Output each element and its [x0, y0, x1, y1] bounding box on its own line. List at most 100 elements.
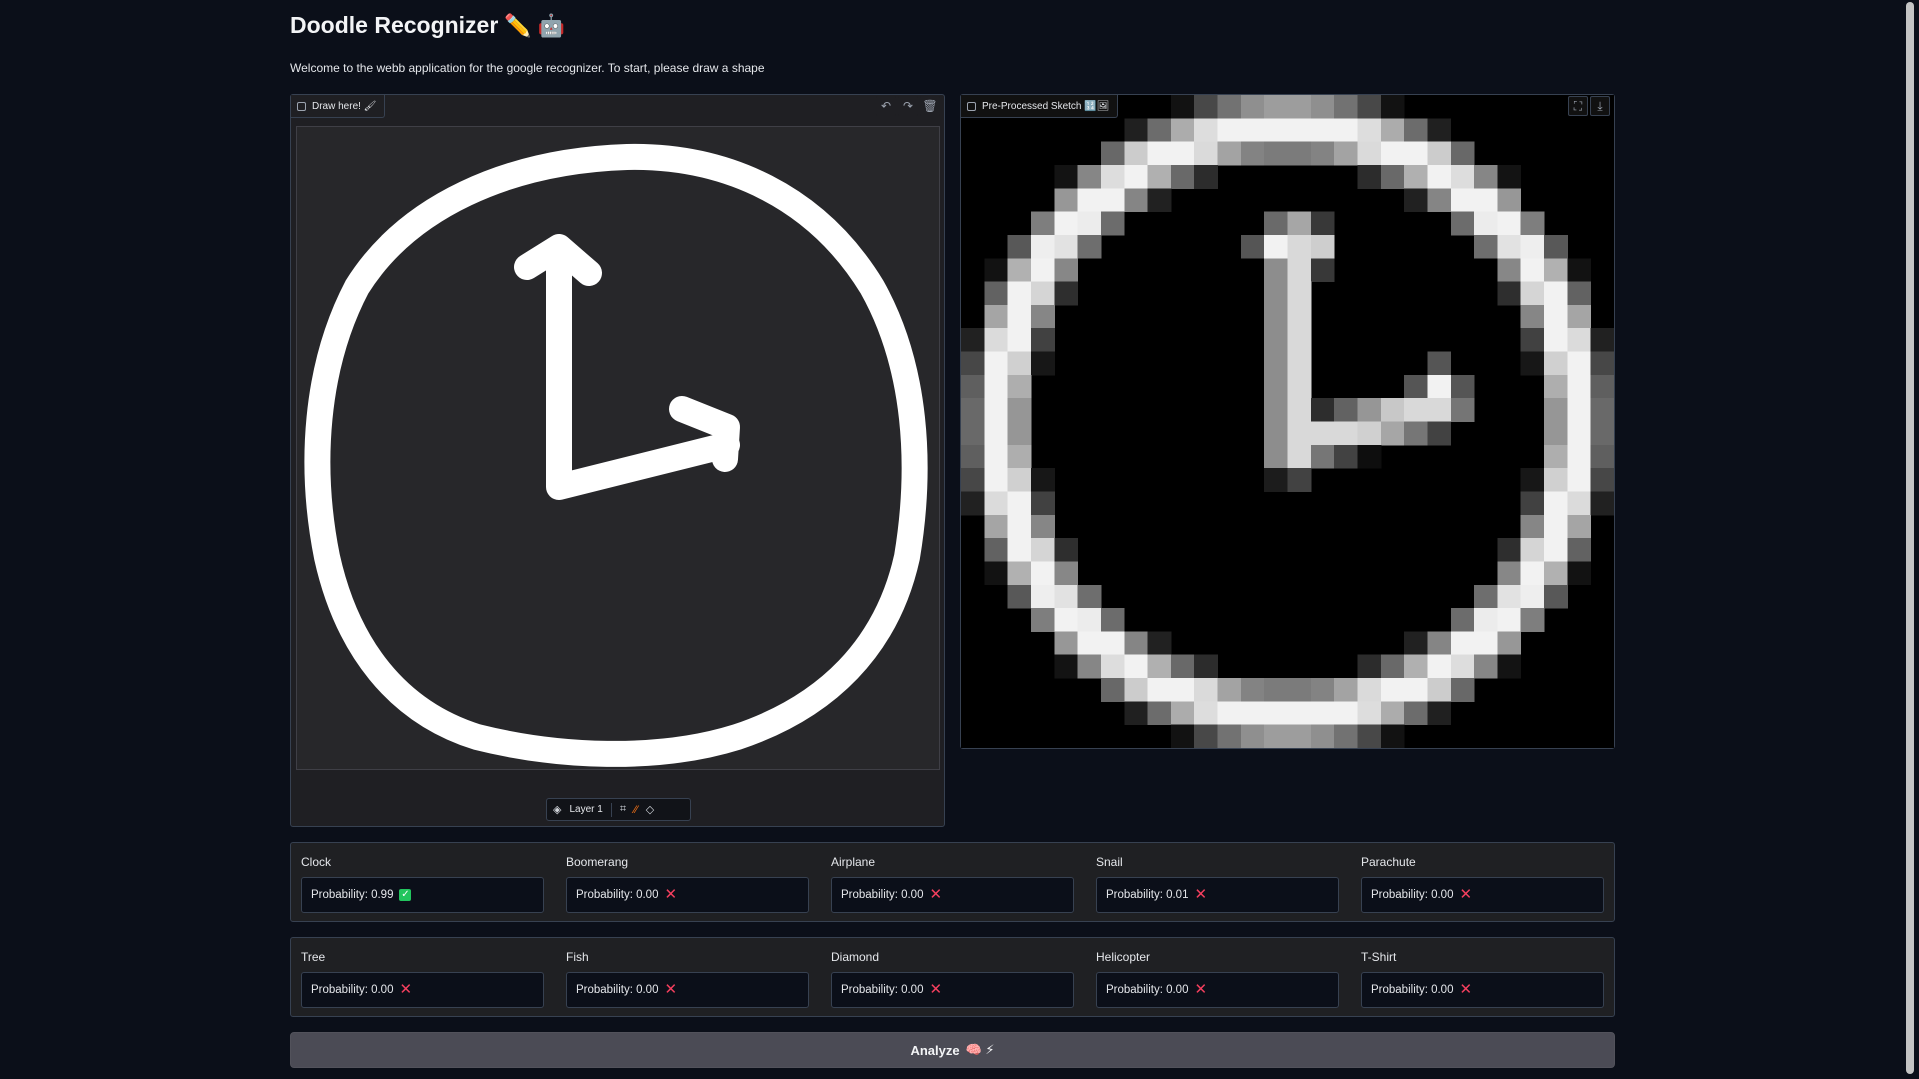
pixel [1357, 421, 1382, 446]
pixel [1007, 351, 1032, 376]
pixel [1544, 304, 1568, 329]
cross-icon: ✕ [1194, 886, 1208, 903]
cross-icon: ✕ [399, 981, 413, 998]
pixel [1544, 258, 1568, 283]
title-emoji: ✏️ 🤖 [504, 13, 566, 38]
pixel [1287, 281, 1312, 306]
pixel [984, 258, 1009, 283]
pixel [1030, 234, 1055, 259]
pixel [1030, 351, 1055, 376]
drawing-canvas[interactable] [296, 126, 940, 770]
probability-text: Probability: 0.00 [1371, 984, 1454, 996]
pixel [984, 421, 1009, 446]
pixel [1497, 608, 1522, 632]
pixel [1077, 584, 1102, 609]
pixel [1334, 118, 1358, 143]
pixel [1217, 678, 1242, 702]
pixel [1124, 678, 1149, 702]
analyze-button[interactable]: Analyze 🧠 ⚡ [290, 1032, 1615, 1068]
pixel [1264, 211, 1288, 236]
pixel [1544, 514, 1568, 539]
page-scrollbar[interactable] [1903, 0, 1919, 1079]
pixel [1567, 491, 1592, 516]
result-helicopter: Helicopter Probability: 0.00 ✕ [1096, 938, 1339, 1016]
pixel [1357, 141, 1382, 166]
pixel [1287, 328, 1312, 353]
pixel [1264, 258, 1288, 283]
eraser-icon[interactable]: ◇ [646, 803, 654, 816]
pixel [1567, 258, 1592, 283]
pixel [1380, 141, 1405, 166]
pixel [1380, 95, 1405, 119]
pixel [1567, 561, 1592, 586]
pixel [1334, 398, 1358, 422]
result-value: Probability: 0.00 ✕ [1361, 972, 1604, 1008]
pixel [1194, 164, 1219, 189]
pixel [1030, 328, 1055, 353]
pixel [1054, 164, 1079, 189]
probability-text: Probability: 0.00 [841, 889, 924, 901]
pixel [1404, 631, 1428, 656]
scrollbar-thumb[interactable] [1906, 2, 1914, 1074]
pixel [1590, 398, 1614, 422]
pixel [961, 444, 985, 469]
pixel [1497, 584, 1522, 609]
pixel [1147, 164, 1172, 189]
pixel [1357, 724, 1382, 748]
pixel [1054, 561, 1079, 586]
pixel [1427, 351, 1452, 376]
pixel [984, 304, 1009, 329]
result-parachute: Parachute Probability: 0.00 ✕ [1361, 843, 1604, 921]
pixel [1100, 654, 1125, 679]
pixel [1427, 164, 1452, 189]
pixel [1124, 631, 1149, 656]
clock-drawing [304, 143, 928, 767]
pixel [1030, 561, 1055, 586]
pixel [1264, 141, 1288, 166]
pixel [961, 421, 985, 446]
undo-icon[interactable]: ↶ [876, 96, 896, 116]
pixel [1427, 701, 1452, 726]
pixel [1544, 421, 1568, 446]
redo-icon[interactable]: ↷ [898, 96, 918, 116]
download-icon[interactable]: ⤓ [1590, 96, 1610, 116]
layers-icon[interactable]: ◈ [553, 803, 561, 816]
page-subtitle: Welcome to the webb application for the … [290, 61, 765, 75]
crop-icon[interactable]: ⌗ [620, 803, 626, 816]
pixel [1404, 188, 1428, 213]
pixel [1380, 724, 1405, 748]
trash-icon[interactable]: 🗑 [920, 96, 940, 116]
pixel [1124, 654, 1149, 679]
pixel [1567, 351, 1592, 376]
pixel [961, 328, 985, 353]
brush-icon[interactable]: ⁄⁄ [634, 804, 638, 816]
pixel [1077, 188, 1102, 213]
pixel [1544, 328, 1568, 353]
pixel [1450, 211, 1475, 236]
pixel [1100, 608, 1125, 632]
pixel [1357, 444, 1382, 469]
pixel [1264, 234, 1288, 259]
pixel [1450, 374, 1475, 399]
result-value: Probability: 0.01 ✕ [1096, 877, 1339, 913]
pixel [1310, 141, 1335, 166]
fullscreen-icon[interactable]: ⛶ [1568, 96, 1588, 116]
results-row-1: Clock Probability: 0.99 ✓ Boomerang Prob… [290, 842, 1615, 922]
analyze-button-label: Analyze [910, 1042, 960, 1058]
pixel [1054, 538, 1079, 562]
probability-text: Probability: 0.00 [576, 984, 659, 996]
pixel [1077, 654, 1102, 679]
pixel [1240, 141, 1265, 166]
preprocessed-image [961, 95, 1614, 748]
pixel [1567, 281, 1592, 306]
pixel [1567, 468, 1592, 492]
pixel [1497, 188, 1522, 213]
pixel [1520, 211, 1545, 236]
layer-label[interactable]: Layer 1 [569, 804, 602, 815]
pixel [1497, 561, 1522, 586]
result-label: Clock [301, 855, 332, 869]
pixel [1520, 561, 1545, 586]
pixel [1030, 304, 1055, 329]
result-value: Probability: 0.00 ✕ [566, 972, 809, 1008]
pixel [1287, 398, 1312, 422]
